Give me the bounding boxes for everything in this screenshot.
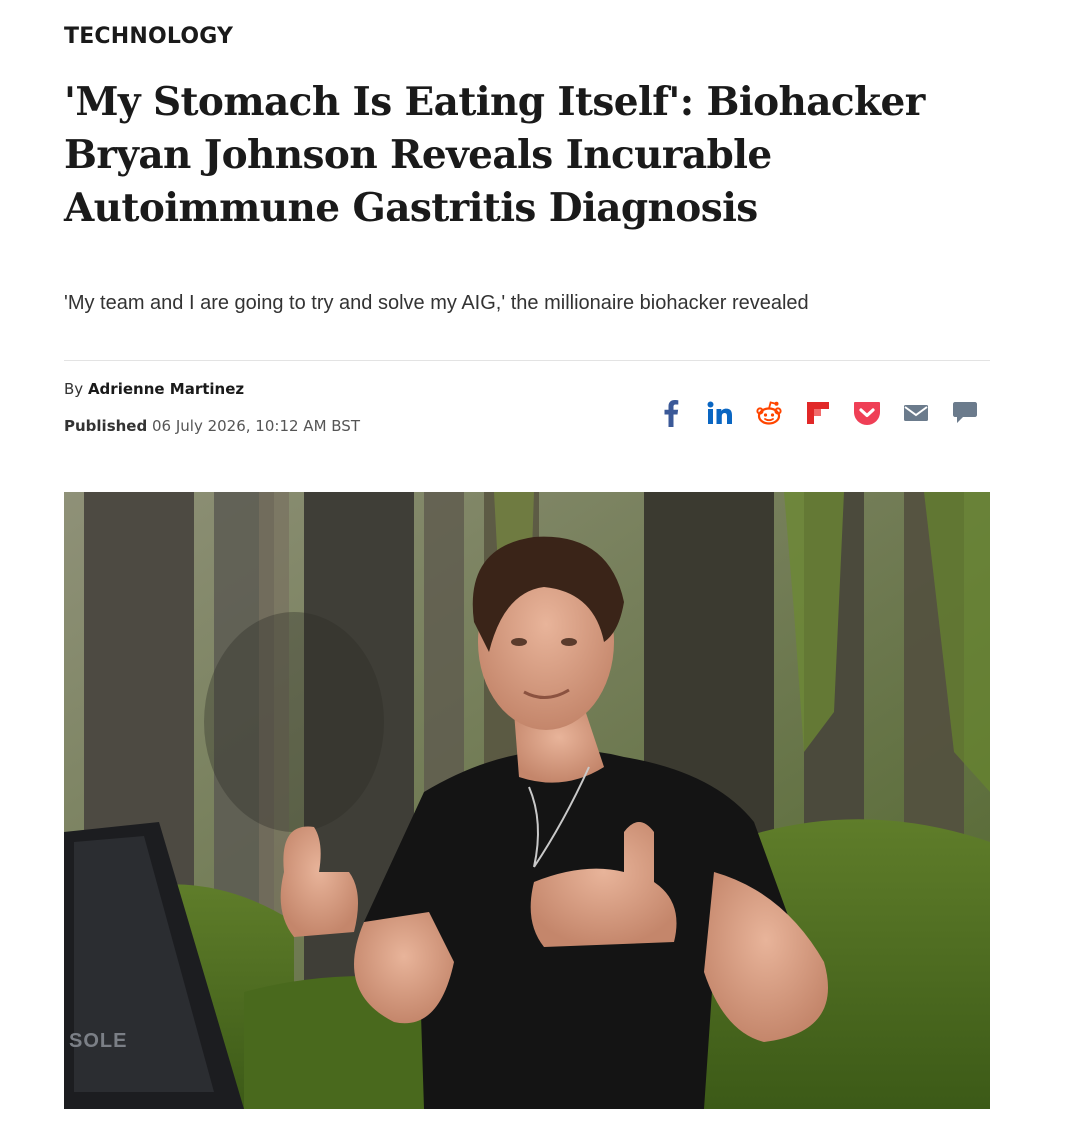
published-value: 06 July 2026, 10:12 AM BST bbox=[152, 417, 360, 435]
pocket-icon[interactable] bbox=[852, 398, 882, 428]
hero-photo: SOLE bbox=[64, 492, 990, 1109]
email-icon[interactable] bbox=[901, 398, 931, 428]
published-label: Published bbox=[64, 417, 148, 435]
comment-icon[interactable] bbox=[950, 398, 980, 428]
share-bar bbox=[656, 398, 980, 428]
hero-image: SOLE bbox=[64, 492, 990, 1109]
published-date: Published 06 July 2026, 10:12 AM BST bbox=[64, 417, 360, 435]
facebook-icon[interactable] bbox=[656, 398, 686, 428]
headline: 'My Stomach Is Eating Itself': Biohacker… bbox=[64, 79, 925, 231]
linkedin-icon[interactable] bbox=[705, 398, 735, 428]
byline: By Adrienne Martinez bbox=[64, 380, 244, 398]
flipboard-icon[interactable] bbox=[803, 398, 833, 428]
author-link[interactable]: Adrienne Martinez bbox=[88, 380, 244, 398]
equipment-brand-label: SOLE bbox=[69, 1030, 127, 1052]
section-label[interactable]: TECHNOLOGY bbox=[64, 24, 233, 49]
reddit-icon[interactable] bbox=[754, 398, 784, 428]
byline-prefix: By bbox=[64, 380, 84, 398]
divider bbox=[64, 360, 990, 361]
standfirst: 'My team and I are going to try and solv… bbox=[64, 292, 809, 314]
